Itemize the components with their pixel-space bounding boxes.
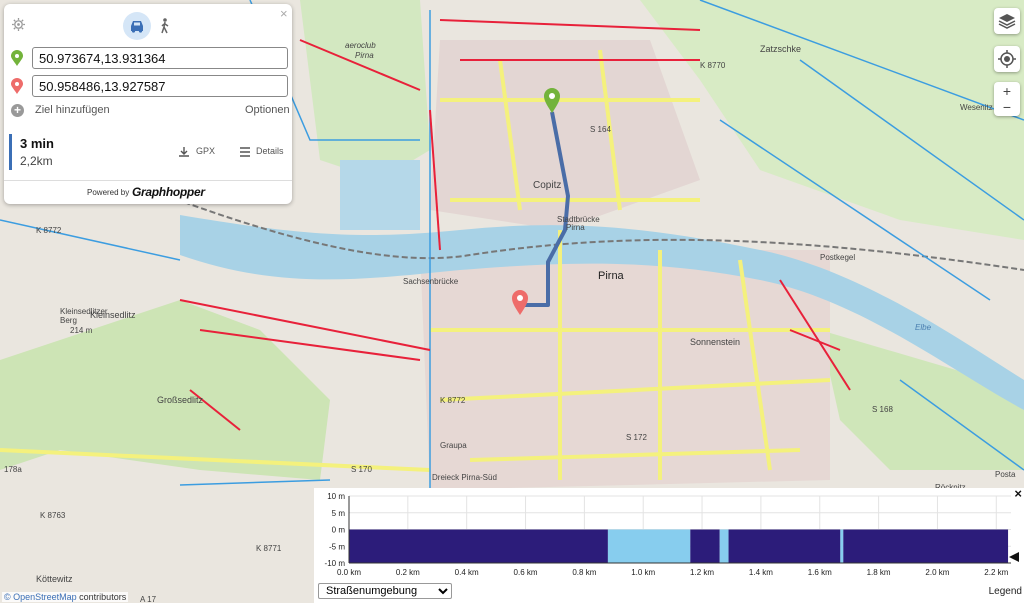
walk-mode-button[interactable] <box>156 14 174 38</box>
route-selected-bar <box>9 134 12 170</box>
y-tick-label: -10 m <box>325 559 346 568</box>
map-label: Kleinsedlitzer <box>60 307 108 316</box>
end-input[interactable] <box>32 75 288 97</box>
routing-panel: × + Ziel hinzufügen Optionen 3 min 2,2km… <box>4 4 292 204</box>
lake <box>340 160 420 230</box>
elevation-segment <box>690 529 720 563</box>
map-label: K 8772 <box>440 396 466 405</box>
elevation-panel: × 10 m5 m0 m -5 m -10 m 0.0 km 0.2 km 0.4 km 0… <box>314 486 1024 603</box>
x-tick-label: 0.0 km <box>337 568 361 577</box>
map-label: S 164 <box>590 125 611 134</box>
x-tick-label: 0.2 km <box>396 568 420 577</box>
map-label: 214 m <box>70 326 93 335</box>
map-label: Posta <box>995 470 1016 479</box>
start-pin-icon <box>11 50 23 66</box>
map-label: Großsedlitz <box>157 395 204 405</box>
route-distance: 2,2km <box>20 154 53 168</box>
walk-icon <box>161 18 169 34</box>
download-icon <box>179 147 189 157</box>
map-label: Wesenitz <box>960 103 993 112</box>
x-tick-label: 0.8 km <box>572 568 596 577</box>
gear-icon <box>11 17 25 31</box>
legend-button[interactable]: Legend <box>989 586 1022 597</box>
x-tick-label: 1.8 km <box>867 568 891 577</box>
map-label: K 8771 <box>256 544 282 553</box>
locate-icon <box>998 50 1016 68</box>
y-tick-label: -5 m <box>329 542 345 551</box>
elevation-segment <box>728 529 841 563</box>
end-pin-icon <box>11 78 23 94</box>
map-label: A 17 <box>140 595 157 603</box>
map-label: S 168 <box>872 405 893 414</box>
map-label: Sonnenstein <box>690 337 740 347</box>
map-label: Köttewitz <box>36 574 73 584</box>
map-label: Copitz <box>533 180 561 191</box>
airfield-area <box>300 0 430 180</box>
gpx-button[interactable]: GPX <box>196 146 215 156</box>
car-mode-button[interactable] <box>123 12 151 40</box>
close-panel-button[interactable]: × <box>280 6 288 21</box>
map-label: Dreieck Pirna-Süd <box>432 473 497 482</box>
map-label: Berg <box>60 316 77 325</box>
settings-button[interactable] <box>10 16 26 32</box>
layers-button[interactable] <box>994 8 1020 34</box>
map-label: Postkegel <box>820 253 855 262</box>
panel-divider <box>4 180 292 181</box>
map-label: S 170 <box>351 465 372 474</box>
map-label: K 8770 <box>700 61 726 70</box>
x-tick-label: 0.6 km <box>514 568 538 577</box>
add-destination-icon[interactable]: + <box>11 104 24 117</box>
x-tick-label: 1.2 km <box>690 568 714 577</box>
position-marker-icon <box>1009 552 1019 562</box>
elevation-segment <box>607 529 691 563</box>
map-label: Pirna <box>566 223 585 232</box>
map-label: S 172 <box>626 433 647 442</box>
layers-icon <box>998 14 1016 29</box>
map-label: 178a <box>4 465 22 474</box>
x-tick-label: 2.0 km <box>925 568 949 577</box>
start-input[interactable] <box>32 47 288 69</box>
x-tick-label: 2.2 km <box>984 568 1008 577</box>
x-tick-label: 1.0 km <box>631 568 655 577</box>
map-label: Zatzschke <box>760 44 801 54</box>
elevation-segment <box>349 529 608 563</box>
map-label: K 8763 <box>40 511 66 520</box>
map-label: K 8772 <box>36 226 62 235</box>
detail-select[interactable]: Straßenumgebung <box>318 583 452 599</box>
map-label: Pirna <box>355 51 374 60</box>
map-label: aeroclub <box>345 41 376 50</box>
x-tick-label: 1.6 km <box>808 568 832 577</box>
x-tick-label: 1.4 km <box>749 568 773 577</box>
map-label: Elbe <box>915 323 932 332</box>
route-time: 3 min <box>20 136 54 151</box>
zoom-out-button[interactable]: − <box>1003 99 1011 115</box>
elevation-chart[interactable]: 10 m 5 m 0 m -5 m -10 m0.0 km 0.2 km 0.4 km 0.6… <box>314 488 1024 580</box>
y-tick-label: 5 m <box>332 509 346 518</box>
y-tick-label: 10 m <box>327 492 345 501</box>
graphhopper-logo[interactable]: Graphhopper <box>132 185 205 199</box>
map-label: Sachsenbrücke <box>403 277 459 286</box>
add-destination-link[interactable]: Ziel hinzufügen <box>35 104 110 116</box>
elevation-segment <box>840 529 844 563</box>
attribution: © OpenStreetMap contributors <box>2 592 129 602</box>
osm-link[interactable]: © OpenStreetMap <box>4 592 77 602</box>
elevation-segment <box>719 529 729 563</box>
list-icon <box>240 147 250 157</box>
zoom-in-button[interactable]: + <box>1003 83 1011 99</box>
locate-button[interactable] <box>994 46 1020 72</box>
car-icon <box>131 21 143 33</box>
y-tick-label: 0 m <box>332 526 346 535</box>
details-button[interactable]: Details <box>256 146 284 156</box>
zoom-control: + − <box>994 82 1020 116</box>
powered-by-label: Powered by <box>87 188 130 197</box>
elevation-segment <box>843 529 1009 563</box>
contributors-label: contributors <box>76 592 127 602</box>
options-link[interactable]: Optionen <box>245 104 290 116</box>
x-tick-label: 0.4 km <box>455 568 479 577</box>
map-label: Graupa <box>440 441 467 450</box>
map-label: Pirna <box>598 270 625 282</box>
